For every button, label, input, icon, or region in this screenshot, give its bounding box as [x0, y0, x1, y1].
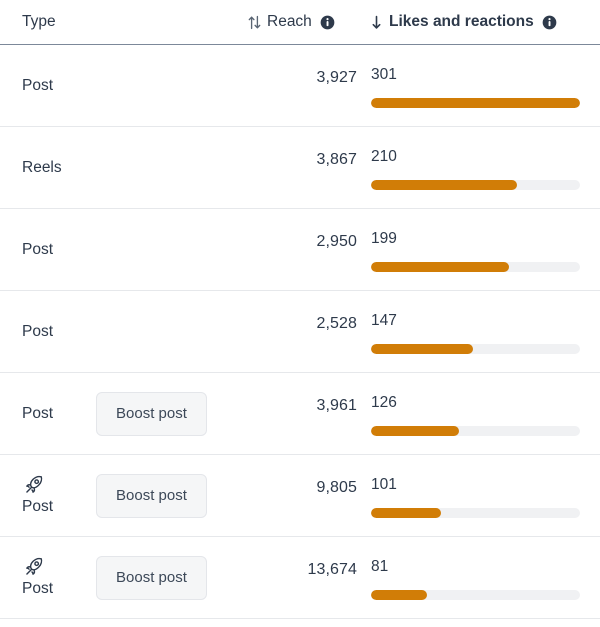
likes-bar-track: [371, 180, 580, 190]
cell-reach-value: 3,961: [316, 397, 357, 415]
table-row[interactable]: Post 3,927 301: [0, 45, 600, 127]
likes-value: 126: [371, 393, 580, 413]
likes-bar-track: [371, 98, 580, 108]
likes-bar-track: [371, 590, 580, 600]
table-body: Post3,927301Reels3,867210Post2,950199Pos…: [0, 45, 600, 627]
likes-bar-fill: [371, 344, 473, 354]
table-row[interactable]: Reels 3,867 210: [0, 127, 600, 209]
cell-type: Post: [22, 45, 202, 126]
post-type-label: Post: [22, 497, 53, 517]
likes-bar-fill: [371, 262, 509, 272]
cell-reach-value: 3,867: [316, 151, 357, 169]
info-circle-icon[interactable]: [542, 15, 557, 30]
post-type-label: Post: [22, 76, 53, 96]
post-type-label: Post: [22, 322, 53, 342]
rocket-icon: [23, 556, 45, 578]
cell-type: Post: [22, 291, 202, 372]
sort-updown-icon[interactable]: [248, 15, 261, 30]
post-type-label: Post: [22, 240, 53, 260]
cell-reach-value: 9,805: [316, 479, 357, 497]
cell-reach-value: 13,674: [307, 561, 357, 579]
cell-type: Reels: [22, 127, 202, 208]
post-insights-table: Type Reach: [0, 0, 600, 627]
likes-value: 101: [371, 475, 580, 495]
boost-post-button[interactable]: Boost post: [96, 556, 207, 600]
cell-reach-value: 3,927: [316, 69, 357, 87]
info-circle-icon[interactable]: [320, 15, 335, 30]
column-header-likes-and-reactions[interactable]: Likes and reactions: [370, 0, 557, 44]
likes-bar-track: [371, 426, 580, 436]
cell-type: Post: [22, 209, 202, 290]
likes-value: 301: [371, 65, 580, 85]
likes-bar-track: [371, 508, 580, 518]
table-row[interactable]: Post Boost post 9,805 101: [0, 455, 600, 537]
cell-likes-and-reactions: 301: [371, 65, 580, 108]
column-header-reach[interactable]: Reach: [248, 0, 335, 44]
table-header-row: Type Reach: [0, 0, 600, 45]
table-row[interactable]: Post Boost post 3,961 126: [0, 373, 600, 455]
boost-post-button[interactable]: Boost post: [96, 392, 207, 436]
post-type-label: Reels: [22, 158, 62, 178]
cell-likes-and-reactions: 81: [371, 557, 580, 600]
likes-bar-fill: [371, 426, 459, 436]
column-header-likes-label: Likes and reactions: [383, 13, 540, 31]
likes-bar-fill: [371, 508, 441, 518]
likes-bar-track: [371, 344, 580, 354]
cell-likes-and-reactions: 199: [371, 229, 580, 272]
likes-bar-track: [371, 262, 580, 272]
table-row[interactable]: Post 2,950 199: [0, 209, 600, 291]
arrow-down-icon[interactable]: [370, 15, 383, 30]
cell-likes-and-reactions: 126: [371, 393, 580, 436]
likes-value: 210: [371, 147, 580, 167]
column-header-type-label: Type: [22, 13, 62, 31]
cell-reach-value: 2,528: [316, 315, 357, 333]
likes-bar-fill: [371, 180, 517, 190]
post-type-label: Post: [22, 404, 53, 424]
cell-likes-and-reactions: 210: [371, 147, 580, 190]
post-type-label: Post: [22, 579, 53, 599]
cell-likes-and-reactions: 101: [371, 475, 580, 518]
table-row[interactable]: Post Boost post 13,674 81: [0, 537, 600, 619]
likes-bar-fill: [371, 98, 580, 108]
column-header-reach-label: Reach: [261, 13, 318, 31]
cell-likes-and-reactions: 147: [371, 311, 580, 354]
likes-bar-fill: [371, 590, 427, 600]
rocket-icon: [23, 474, 45, 496]
cell-reach-value: 2,950: [316, 233, 357, 251]
likes-value: 199: [371, 229, 580, 249]
likes-value: 147: [371, 311, 580, 331]
column-header-type: Type: [22, 0, 62, 44]
table-row[interactable]: Post 2,528 147: [0, 291, 600, 373]
likes-value: 81: [371, 557, 580, 577]
boost-post-button[interactable]: Boost post: [96, 474, 207, 518]
